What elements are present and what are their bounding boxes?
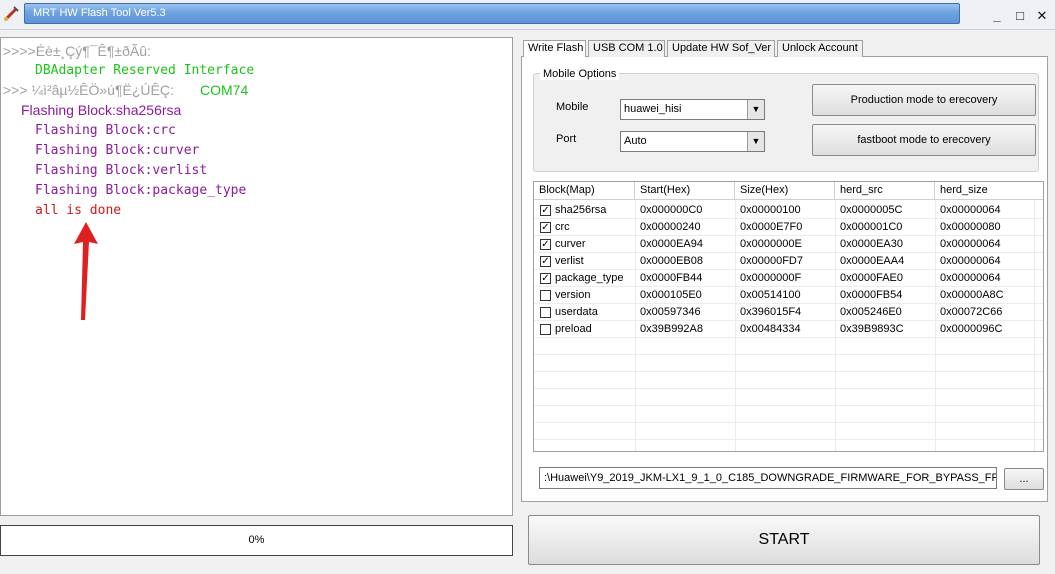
app-icon (3, 6, 19, 22)
cell-start: 0x39B992A8 (640, 323, 703, 335)
log-line-flash-sha256rsa: Flashing Block:sha256rsa (21, 102, 182, 118)
mobile-select[interactable]: huawei_hisi ▼ (620, 99, 765, 120)
mobile-select-value: huawei_hisi (624, 103, 682, 115)
close-button[interactable]: ✕ (1033, 7, 1051, 25)
cell-start: 0x0000EB08 (640, 255, 703, 267)
cell-size: 0x0000000F (740, 272, 802, 284)
column-header-size[interactable]: Size(Hex) (735, 182, 835, 200)
log-line-flash-curver: Flashing Block:curver (35, 143, 200, 158)
maximize-button[interactable]: □ (1011, 7, 1029, 25)
title-box: MRT HW Flash Tool Ver5.3 (24, 3, 960, 24)
cell-block: preload (555, 323, 592, 335)
mobile-label: Mobile (556, 101, 589, 113)
cell-start: 0x0000EA94 (640, 238, 703, 250)
grid-line (534, 388, 1043, 389)
production-mode-erecovery-button[interactable]: Production mode to erecovery (812, 84, 1036, 116)
grid-line (534, 439, 1043, 440)
cell-block: sha256rsa (555, 204, 607, 216)
fastboot-mode-erecovery-button[interactable]: fastboot mode to erecovery (812, 124, 1036, 156)
cell-herd-src: 0x0000005C (840, 204, 903, 216)
column-header-herd-size[interactable]: herd_size (935, 182, 1043, 200)
cell-herd-src: 0x0000FAE0 (840, 272, 903, 284)
cell-start: 0x00000240 (640, 221, 701, 233)
tab-usb-com[interactable]: USB COM 1.0 (588, 40, 665, 57)
cell-block: crc (555, 221, 570, 233)
chevron-down-icon[interactable]: ▼ (747, 100, 764, 119)
cell-block: version (555, 289, 591, 301)
cell-block: userdata (555, 306, 598, 318)
browse-button[interactable]: ... (1004, 468, 1044, 490)
grid-line (534, 354, 1043, 355)
mobile-options-legend: Mobile Options (540, 68, 620, 80)
log-line-flash-package-type: Flashing Block:package_type (35, 183, 247, 198)
cell-start: 0x000000C0 (640, 204, 703, 216)
cell-size: 0x00000100 (740, 204, 801, 216)
cell-herd-size: 0x00072C66 (940, 306, 1003, 318)
table-row[interactable]: ✓ curver 0x0000EA94 0x0000000E 0x0000EA30 0x0… (534, 236, 1043, 253)
cell-size: 0x00484334 (740, 323, 801, 335)
column-header-block[interactable]: Block(Map) (534, 182, 635, 200)
start-button[interactable]: START (528, 515, 1040, 565)
table-row[interactable]: ✓ sha256rsa 0x000000C0 0x00000100 0x0000005C… (534, 202, 1043, 219)
table-row[interactable]: ✓ package_type 0x0000FB44 0x0000000F 0x0000F… (534, 270, 1043, 287)
grid-line (534, 371, 1043, 372)
port-select[interactable]: Auto ▼ (620, 131, 765, 152)
cell-herd-src: 0x0000EAA4 (840, 255, 905, 267)
cell-block: package_type (555, 272, 624, 284)
cell-size: 0x396015F4 (740, 306, 802, 318)
progress-bar: 0% (0, 525, 513, 556)
cell-herd-size: 0x0000096C (940, 323, 1003, 335)
log-line-flash-verlist: Flashing Block:verlist (35, 163, 208, 178)
log-line-port-value: COM74 (200, 82, 249, 98)
cell-herd-size: 0x00000064 (940, 238, 1001, 250)
tab-write-flash[interactable]: Write Flash (523, 40, 586, 57)
table-row[interactable]: preload 0x39B992A8 0x00484334 0x39B9893C 0x0… (534, 321, 1043, 338)
log-line-done: all is done (35, 203, 122, 218)
log-line-adapter: DBAdapter Reserved Interface (35, 63, 255, 78)
grid-line (534, 422, 1043, 423)
tab-update-hw-sof-ver[interactable]: Update HW Sof_Ver (667, 40, 775, 57)
cell-block: curver (555, 238, 586, 250)
table-row[interactable]: userdata 0x00597346 0x396015F4 0x005246E0 0x… (534, 304, 1043, 321)
log-line-port-label: >>> ¼ì²âµ½ÊÖ»ú¶Ë¿ÚÊÇ: (3, 82, 174, 98)
table-row[interactable]: ✓ crc 0x00000240 0x0000E7F0 0x000001C0 0x0000… (534, 219, 1043, 236)
log-line-flash-crc: Flashing Block:crc (35, 123, 176, 138)
cell-size: 0x0000E7F0 (740, 221, 803, 233)
table-row[interactable]: version 0x000105E0 0x00514100 0x0000FB54 0x0… (534, 287, 1043, 304)
progress-label: 0% (248, 534, 265, 546)
table-row[interactable]: ✓ verlist 0x0000EB08 0x00000FD7 0x0000EAA4 0x… (534, 253, 1043, 270)
minimize-button[interactable]: _ (988, 7, 1006, 25)
log-panel[interactable]: >>>>Éè±¸Çý¶¯Ê¶±ðÃû: DBAdapter Reserved I… (0, 37, 513, 516)
cell-start: 0x00597346 (640, 306, 701, 318)
chevron-down-icon[interactable]: ▼ (747, 132, 764, 151)
red-arrow-icon (74, 222, 98, 320)
tab-unlock-account[interactable]: Unlock Account (777, 40, 863, 57)
cell-herd-src: 0x005246E0 (840, 306, 902, 318)
cell-size: 0x0000000E (740, 238, 802, 250)
column-header-start[interactable]: Start(Hex) (635, 182, 735, 200)
partition-table: Block(Map) Start(Hex) Size(Hex) herd_src… (533, 181, 1044, 452)
cell-block: verlist (555, 255, 584, 267)
column-header-herd-src[interactable]: herd_src (835, 182, 935, 200)
cell-herd-size: 0x00000064 (940, 204, 1001, 216)
cell-size: 0x00000FD7 (740, 255, 803, 267)
port-label: Port (556, 133, 577, 145)
cell-size: 0x00514100 (740, 289, 801, 301)
cell-start: 0x0000FB44 (640, 272, 703, 284)
cell-herd-size: 0x00000064 (940, 272, 1001, 284)
port-select-value: Auto (624, 135, 647, 147)
cell-start: 0x000105E0 (640, 289, 702, 301)
title-bar: MRT HW Flash Tool Ver5.3 _ □ ✕ (0, 0, 1055, 30)
cell-herd-src: 0x0000FB54 (840, 289, 903, 301)
cell-herd-size: 0x00000080 (940, 221, 1001, 233)
firmware-path-field[interactable]: :\Huawei\Y9_2019_JKM-LX1_9_1_0_C185_DOWN… (539, 467, 997, 489)
log-line-device-label: >>>>Éè±¸Çý¶¯Ê¶±ðÃû: (3, 43, 151, 59)
cell-herd-size: 0x00000064 (940, 255, 1001, 267)
cell-herd-size: 0x00000A8C (940, 289, 1004, 301)
grid-line (534, 405, 1043, 406)
cell-herd-src: 0x39B9893C (840, 323, 904, 335)
cell-herd-src: 0x0000EA30 (840, 238, 903, 250)
cell-herd-src: 0x000001C0 (840, 221, 903, 233)
window-title: MRT HW Flash Tool Ver5.3 (33, 7, 166, 19)
